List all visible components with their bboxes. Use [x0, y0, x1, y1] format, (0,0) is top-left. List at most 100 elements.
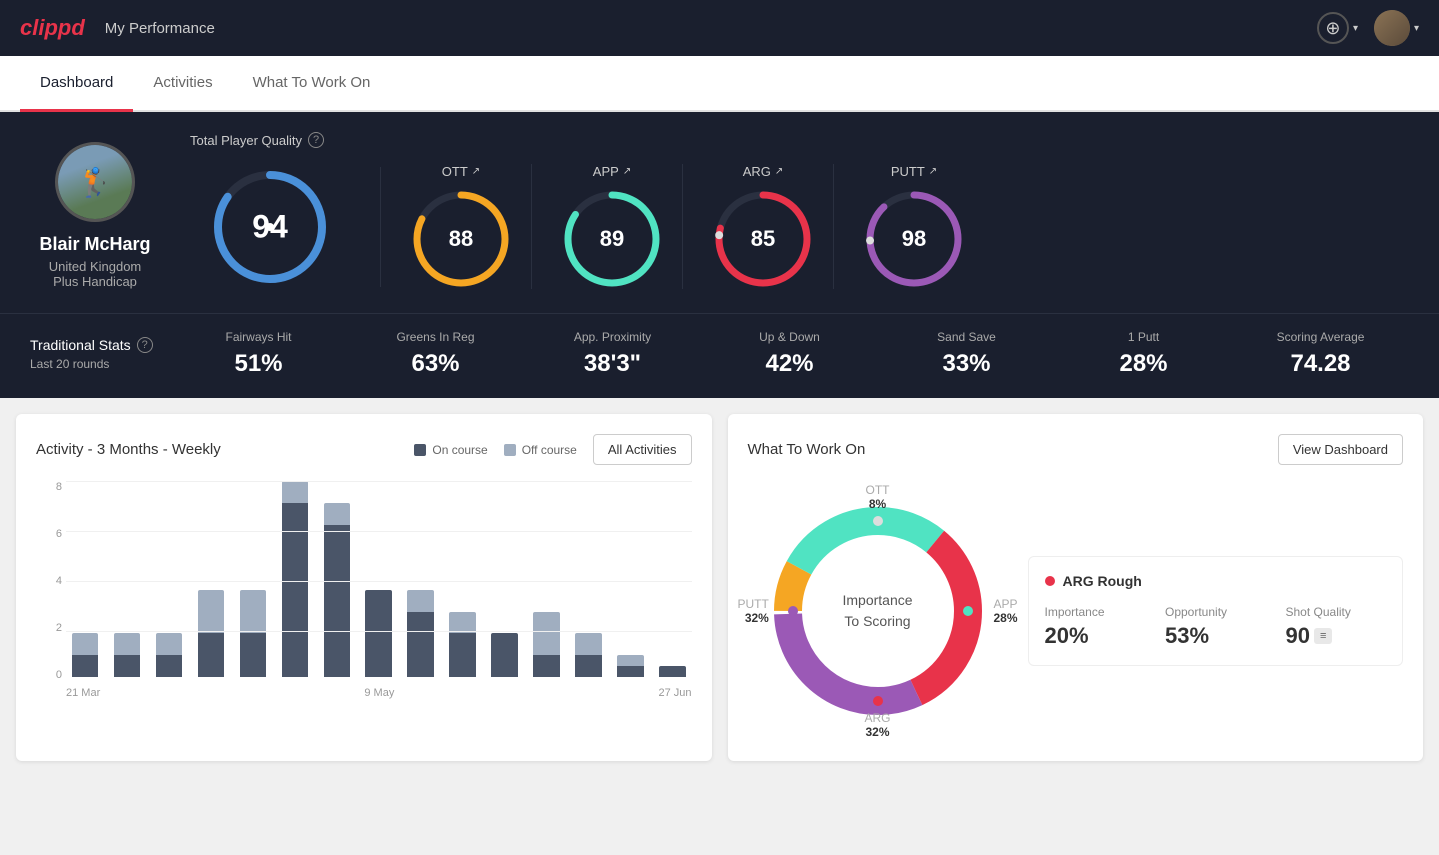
putt-gauge: 98 [864, 189, 964, 289]
bar-on-course-3 [198, 633, 225, 677]
ott-gauge: 88 [411, 189, 511, 289]
bar-on-course-2 [156, 655, 183, 677]
bar-on-course-5 [282, 503, 309, 677]
bar-on-course-6 [324, 525, 351, 677]
bar-stack-12 [575, 633, 602, 677]
y-axis: 8 6 4 2 0 [36, 481, 62, 681]
logo-text: clippd [20, 15, 85, 41]
bar-on-course-12 [575, 655, 602, 677]
add-button[interactable]: ⊕ [1317, 12, 1349, 44]
activity-header-right: On course Off course All Activities [414, 434, 691, 465]
app-gauge: 89 [562, 189, 662, 289]
bar-group-12 [570, 481, 608, 677]
bar-on-course-7 [365, 590, 392, 677]
app-label: APP ↗ [593, 164, 631, 179]
bar-off-course-0 [72, 633, 99, 655]
bar-off-course-3 [198, 590, 225, 634]
work-on-header: What To Work On View Dashboard [748, 434, 1404, 465]
detail-shot-quality: Shot Quality 90 ≡ [1286, 605, 1387, 649]
bar-stack-7 [365, 590, 392, 677]
add-button-group[interactable]: ⊕ ▾ [1317, 12, 1358, 44]
stat-greens: Greens In Reg 63% [347, 330, 524, 378]
trad-help-icon[interactable]: ? [137, 337, 153, 353]
stat-1putt-value: 28% [1065, 350, 1222, 378]
shot-quality-badge: ≡ [1314, 628, 1332, 644]
avatar-dropdown-arrow[interactable]: ▾ [1414, 23, 1419, 34]
bar-group-13 [612, 481, 650, 677]
bar-stack-8 [407, 590, 434, 677]
bar-on-course-0 [72, 655, 99, 677]
stat-1putt-name: 1 Putt [1065, 330, 1222, 344]
grid-line-2 [66, 631, 692, 632]
legend-on-course: On course [414, 443, 487, 457]
work-on-content: Importance To Scoring OTT 8% APP 28% ARG… [748, 481, 1404, 741]
arg-donut-label: ARG 32% [864, 711, 890, 739]
work-on-title: What To Work On [748, 441, 866, 458]
stats-banner: 🏌️ Blair McHarg United Kingdom Plus Hand… [0, 112, 1439, 313]
bar-group-5 [276, 481, 314, 677]
work-detail-title: ARG Rough [1045, 573, 1387, 589]
bar-off-course-8 [407, 590, 434, 612]
arg-trend-icon: ↗ [775, 166, 783, 177]
bar-stack-14 [659, 666, 686, 677]
bar-on-course-11 [533, 655, 560, 677]
detail-title-dot [1045, 576, 1055, 586]
stat-updown-value: 42% [711, 350, 868, 378]
bar-stack-13 [617, 655, 644, 677]
player-name: Blair McHarg [39, 234, 150, 255]
arg-gauge: 85 [713, 189, 813, 289]
legend-off-course-dot [504, 444, 516, 456]
stat-updown: Up & Down 42% [701, 330, 878, 378]
app-gauge-container: APP ↗ 89 [542, 164, 683, 289]
tab-dashboard[interactable]: Dashboard [20, 56, 133, 112]
bar-on-course-8 [407, 612, 434, 677]
player-handicap: Plus Handicap [53, 274, 137, 289]
bar-group-4 [234, 481, 272, 677]
grid-line-8 [66, 481, 692, 482]
stat-proximity: App. Proximity 38'3" [524, 330, 701, 378]
bar-stack-9 [449, 612, 476, 677]
avatar[interactable] [1374, 10, 1410, 46]
quality-help-icon[interactable]: ? [308, 132, 324, 148]
stat-sandsave-name: Sand Save [888, 330, 1045, 344]
stat-scoring: Scoring Average 74.28 [1232, 330, 1409, 378]
tabs-nav: Dashboard Activities What To Work On [0, 56, 1439, 112]
ott-donut-label: OTT 8% [866, 483, 890, 511]
logo[interactable]: clippd [20, 15, 85, 41]
stat-greens-value: 63% [357, 350, 514, 378]
add-dropdown-arrow[interactable]: ▾ [1353, 23, 1358, 34]
bar-stack-2 [156, 633, 183, 677]
bar-group-3 [192, 481, 230, 677]
putt-gauge-container: PUTT ↗ 98 [844, 164, 984, 289]
bar-stack-3 [198, 590, 225, 677]
putt-trend-icon: ↗ [929, 166, 937, 177]
avatar-group[interactable]: ▾ [1374, 10, 1419, 46]
bar-off-course-5 [282, 481, 309, 503]
trad-sub: Last 20 rounds [30, 357, 170, 371]
stat-fairways-name: Fairways Hit [180, 330, 337, 344]
work-on-card: What To Work On View Dashboard [728, 414, 1424, 761]
arg-label: ARG ↗ [743, 164, 784, 179]
work-detail-card: ARG Rough Importance 20% Opportunity 53%… [1028, 556, 1404, 666]
app-trend-icon: ↗ [623, 166, 631, 177]
donut-center-text: Importance To Scoring [842, 590, 912, 632]
arg-value: 85 [751, 226, 775, 252]
bar-group-7 [360, 481, 398, 677]
grid-line-4 [66, 581, 692, 582]
bar-on-course-4 [240, 633, 267, 677]
tab-activities[interactable]: Activities [133, 56, 232, 112]
quality-section: Total Player Quality ? 94 [190, 132, 1409, 289]
quality-label: Total Player Quality ? [190, 132, 1409, 148]
view-dashboard-button[interactable]: View Dashboard [1278, 434, 1403, 465]
ott-trend-icon: ↗ [472, 166, 480, 177]
header-right: ⊕ ▾ ▾ [1317, 10, 1419, 46]
bar-off-course-1 [114, 633, 141, 655]
bar-off-course-12 [575, 633, 602, 655]
tab-what-to-work-on[interactable]: What To Work On [233, 56, 391, 112]
all-activities-button[interactable]: All Activities [593, 434, 692, 465]
player-info: 🏌️ Blair McHarg United Kingdom Plus Hand… [30, 132, 160, 289]
trad-label: Traditional Stats ? Last 20 rounds [30, 337, 170, 371]
stat-sandsave: Sand Save 33% [878, 330, 1055, 378]
app-value: 89 [600, 226, 624, 252]
stat-proximity-value: 38'3" [534, 350, 691, 378]
